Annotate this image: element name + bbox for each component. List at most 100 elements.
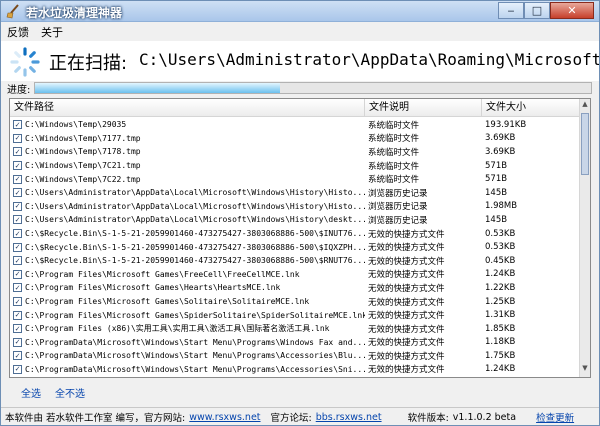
row-checkbox[interactable]: ✓ bbox=[13, 120, 22, 130]
row-checkbox[interactable]: ✓ bbox=[13, 133, 22, 143]
scroll-down-icon[interactable]: ▼ bbox=[580, 364, 590, 376]
maximize-button[interactable]: □ bbox=[524, 2, 550, 19]
table-row[interactable]: ✓ C:\Program Files\Microsoft Games\Spider… bbox=[10, 308, 580, 322]
table-row[interactable]: ✓C:\ProgramData\Microsoft\Windows\Start … bbox=[10, 363, 580, 377]
close-button[interactable]: ✕ bbox=[550, 2, 594, 19]
table-row[interactable]: ✓ C:\Users\Administrator\AppData\Local\Mi… bbox=[10, 213, 580, 227]
row-checkbox[interactable]: ✓ bbox=[13, 147, 22, 157]
cell-desc: 浏览器历史记录 bbox=[368, 188, 428, 199]
cell-path: ✓ C:\Windows\Temp\7C22.tmp bbox=[10, 174, 365, 184]
table-row[interactable]: ✓ C:\Windows\Temp\29035 系统临时文件 193.91KB bbox=[10, 118, 580, 132]
column-header-desc[interactable]: 文件说明 bbox=[365, 99, 482, 117]
row-checkbox[interactable]: ✓ bbox=[13, 364, 22, 374]
forum-label: 官方论坛: bbox=[270, 413, 312, 424]
cell-size: 3.69KB bbox=[485, 133, 516, 144]
table-row[interactable]: ✓ C:\$Recycle.Bin\S-1-5-21-2059901460-473… bbox=[10, 227, 580, 241]
cell-desc: 系统临时文件 bbox=[368, 147, 420, 158]
row-checkbox[interactable]: ✓ bbox=[13, 337, 22, 347]
selection-links: 全选 全不选 bbox=[21, 385, 99, 400]
row-checkbox[interactable]: ✓ bbox=[13, 283, 22, 293]
cell-path: ✓ C:\Windows\Temp\7177.tmp bbox=[10, 133, 365, 143]
cell-size: 1.18KB bbox=[485, 337, 516, 348]
file-path: C:\ProgramData\Microsoft\Windows\Start M… bbox=[25, 351, 365, 361]
minimize-button[interactable]: ‒ bbox=[498, 2, 524, 19]
cell-path: ✓ C:\Program Files\Microsoft Games\Spider… bbox=[10, 310, 365, 320]
cell-desc: 无效的快捷方式文件 bbox=[368, 297, 445, 308]
version-value: v1.1.0.2 beta bbox=[452, 411, 517, 423]
table-row[interactable]: ✓C:\ProgramData\Microsoft\Windows\Start … bbox=[10, 336, 580, 350]
scroll-up-icon[interactable]: ▲ bbox=[580, 100, 590, 112]
cell-path: ✓ C:\ProgramData\Microsoft\Windows\Start … bbox=[10, 364, 365, 374]
file-path: C:\Program Files\Microsoft Games\SpiderS… bbox=[25, 310, 365, 320]
table-row[interactable]: ✓ C:\Program Files (x86)\实用工具\实用工具\激活工具\国… bbox=[10, 322, 580, 336]
file-path: C:\Windows\Temp\7177.tmp bbox=[25, 133, 141, 143]
row-checkbox[interactable]: ✓ bbox=[13, 297, 22, 307]
column-header-path[interactable]: 文件路径 bbox=[10, 99, 365, 117]
cell-desc: 浏览器历史记录 bbox=[368, 215, 428, 226]
cell-desc: 无效的快捷方式文件 bbox=[368, 311, 445, 322]
table-row[interactable]: ✓C:\ProgramData\Microsoft\Windows\Start … bbox=[10, 376, 580, 378]
file-path: C:\$Recycle.Bin\S-1-5-21-2059901460-4732… bbox=[25, 242, 365, 252]
forum-link[interactable]: bbs.rsxws.net bbox=[316, 412, 382, 423]
cell-desc: 无效的快捷方式文件 bbox=[365, 377, 482, 378]
table-row[interactable]: ✓ C:\Program Files\Microsoft Games\Solita… bbox=[10, 295, 580, 309]
scroll-thumb[interactable] bbox=[581, 113, 589, 175]
row-checkbox[interactable]: ✓ bbox=[13, 269, 22, 279]
row-checkbox[interactable]: ✓ bbox=[13, 215, 22, 225]
table-row[interactable]: ✓ C:\Program Files\Microsoft Games\Hearts… bbox=[10, 281, 580, 295]
row-checkbox[interactable]: ✓ bbox=[13, 324, 22, 334]
table-row[interactable]: ✓ C:\$Recycle.Bin\S-1-5-21-2059901460-473… bbox=[10, 254, 580, 268]
vertical-scrollbar[interactable]: ▲ ▼ bbox=[579, 99, 590, 377]
row-checkbox[interactable]: ✓ bbox=[13, 242, 22, 252]
cell-size: 1.75KB bbox=[485, 350, 516, 361]
check-update-link[interactable]: 检查更新 bbox=[536, 410, 574, 424]
row-checkbox[interactable]: ✓ bbox=[13, 161, 22, 171]
row-checkbox[interactable]: ✓ bbox=[13, 310, 22, 320]
window-title: 若水垃圾清理神器 bbox=[26, 6, 123, 20]
cell-size: 1.98MB bbox=[485, 201, 518, 212]
cell-size: 571B bbox=[485, 174, 508, 185]
column-header-size[interactable]: 文件大小 bbox=[482, 99, 580, 117]
cell-path: ✓ C:\$Recycle.Bin\S-1-5-21-2059901460-473… bbox=[10, 256, 365, 266]
table-row[interactable]: ✓ C:\Program Files\Microsoft Games\FreeCe… bbox=[10, 268, 580, 282]
select-none-link[interactable]: 全不选 bbox=[55, 385, 85, 400]
file-path: C:\Windows\Temp\7178.tmp bbox=[25, 147, 141, 157]
app-window: 若水垃圾清理神器 ‒ □ ✕ 反馈 关于 正在扫描: C:\Users\Admi… bbox=[0, 0, 600, 426]
file-path: C:\ProgramData\Microsoft\Windows\Start M… bbox=[25, 337, 365, 347]
table-row[interactable]: ✓C:\ProgramData\Microsoft\Windows\Start … bbox=[10, 349, 580, 363]
row-checkbox[interactable]: ✓ bbox=[13, 256, 22, 266]
table-row[interactable]: ✓ C:\Users\Administrator\AppData\Local\Mi… bbox=[10, 200, 580, 214]
scan-label: 正在扫描: bbox=[49, 53, 128, 74]
table-row[interactable]: ✓ C:\$Recycle.Bin\S-1-5-21-2059901460-473… bbox=[10, 240, 580, 254]
progress-bar bbox=[34, 82, 592, 94]
cell-path: ✓ C:\Windows\Temp\29035 bbox=[10, 120, 365, 130]
file-path: C:\$Recycle.Bin\S-1-5-21-2059901460-4732… bbox=[25, 229, 365, 239]
row-checkbox[interactable]: ✓ bbox=[13, 351, 22, 361]
table-row[interactable]: ✓ C:\Windows\Temp\7C22.tmp 系统临时文件 571B bbox=[10, 172, 580, 186]
title-bar[interactable]: 若水垃圾清理神器 ‒ □ ✕ bbox=[1, 1, 599, 22]
menu-about[interactable]: 关于 bbox=[41, 24, 63, 40]
table-row[interactable]: ✓ C:\Windows\Temp\7178.tmp 系统临时文件 3.69KB bbox=[10, 145, 580, 159]
cell-size: 1.22KB bbox=[485, 282, 516, 293]
cell-desc: 无效的快捷方式文件 bbox=[368, 229, 445, 240]
menu-feedback[interactable]: 反馈 bbox=[7, 24, 29, 40]
cell-desc: 无效的快捷方式文件 bbox=[368, 338, 445, 349]
status-bar: 本软件由 若水软件工作室 编写，官方网站: www.rsxws.net 官方论坛… bbox=[1, 407, 599, 425]
row-checkbox[interactable]: ✓ bbox=[13, 188, 22, 198]
cell-size: 1.85KB bbox=[485, 323, 516, 334]
scan-status-area: 正在扫描: C:\Users\Administrator\AppData\Roa… bbox=[1, 41, 599, 81]
cell-desc: 无效的快捷方式文件 bbox=[368, 365, 445, 376]
file-path: C:\Program Files\Microsoft Games\Hearts\… bbox=[25, 283, 281, 293]
cell-size: 1.24KB bbox=[485, 269, 516, 280]
row-checkbox[interactable]: ✓ bbox=[13, 174, 22, 184]
select-all-link[interactable]: 全选 bbox=[21, 385, 41, 400]
table-row[interactable]: ✓ C:\Users\Administrator\AppData\Local\Mi… bbox=[10, 186, 580, 200]
website-link[interactable]: www.rsxws.net bbox=[189, 412, 260, 423]
table-row[interactable]: ✓ C:\Windows\Temp\7C21.tmp 系统临时文件 571B bbox=[10, 159, 580, 173]
cell-path: ✓ C:\Users\Administrator\AppData\Local\Mi… bbox=[10, 201, 365, 211]
row-checkbox[interactable]: ✓ bbox=[13, 229, 22, 239]
table-row[interactable]: ✓ C:\Windows\Temp\7177.tmp 系统临时文件 3.69KB bbox=[10, 132, 580, 146]
row-checkbox[interactable]: ✓ bbox=[13, 201, 22, 211]
file-path: C:\Users\Administrator\AppData\Local\Mic… bbox=[25, 201, 365, 211]
file-path: C:\Users\Administrator\AppData\Local\Mic… bbox=[25, 215, 365, 225]
